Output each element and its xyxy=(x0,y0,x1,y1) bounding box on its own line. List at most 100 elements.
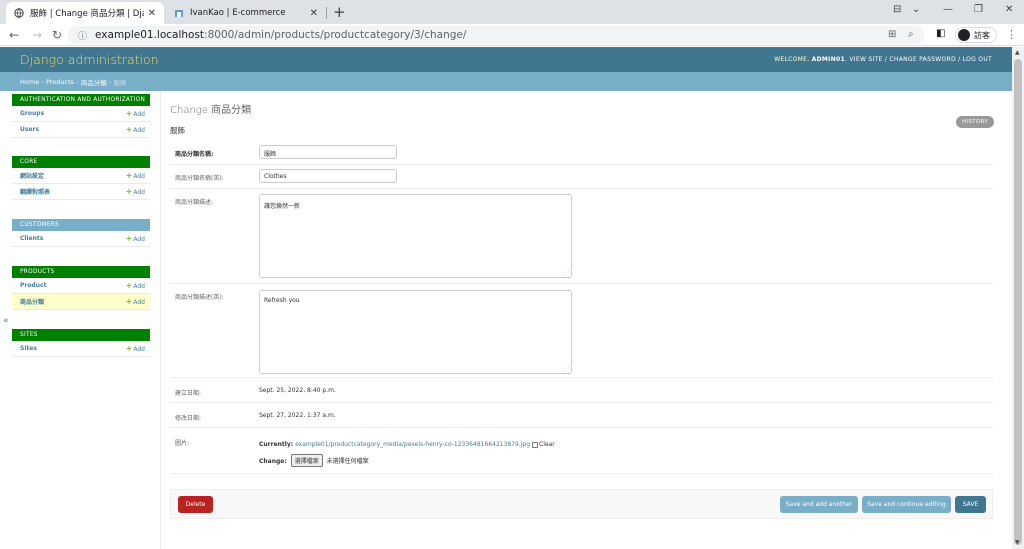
delete-button[interactable]: Delete xyxy=(178,496,213,513)
plus-icon: + xyxy=(125,281,133,290)
info-icon[interactable]: ⓘ xyxy=(78,29,87,42)
module-caption[interactable]: CUSTOMERS xyxy=(12,219,150,231)
current-image-link[interactable]: example01/productcategory_media/pexels-h… xyxy=(295,441,530,448)
profile-button[interactable]: 訪客 xyxy=(955,27,997,43)
tab-ecommerce[interactable]: IvanKao | E-commerce ✕ xyxy=(166,2,326,24)
save-and-add-another-button[interactable]: Save and add another xyxy=(780,496,858,513)
field-row-modified: 修改日期: Sept. 27, 2022, 1:37 a.m. xyxy=(170,403,993,428)
choose-file-button[interactable]: 選擇檔案 xyxy=(290,454,323,467)
sidebar-item-product: Product +Add xyxy=(12,278,150,294)
address-bar[interactable]: ⓘ example01.localhost:8000/admin/product… xyxy=(68,26,924,44)
name-field[interactable]: 服飾 xyxy=(259,145,397,159)
add-link[interactable]: +Add xyxy=(126,344,145,353)
object-name: 服飾 xyxy=(170,126,185,135)
plus-icon: + xyxy=(125,125,133,134)
model-link[interactable]: 商品分類 xyxy=(20,297,44,306)
field-row-name-en: 商品分類名稱(英): Clothes xyxy=(170,165,993,189)
scrollbar-thumb[interactable] xyxy=(1014,59,1022,545)
site-brand[interactable]: Django administration xyxy=(20,52,159,67)
resize-handle-icon[interactable]: ⋰ xyxy=(563,269,569,276)
module-caption[interactable]: PRODUCTS xyxy=(12,266,150,278)
add-link[interactable]: +Add xyxy=(126,234,145,243)
save-and-continue-button[interactable]: Save and continue editing xyxy=(862,496,951,513)
module-auth: AUTHENTICATION AND AUTHORIZATION Groups … xyxy=(12,94,150,138)
media-icon[interactable]: ⊟ xyxy=(893,4,901,15)
add-link[interactable]: +Add xyxy=(126,109,145,118)
tab-title: IvanKao | E-commerce xyxy=(190,8,286,18)
toggle-nav-sidebar-button[interactable]: « xyxy=(3,316,9,326)
close-tab-icon[interactable]: ✕ xyxy=(148,8,156,19)
scroll-up-icon[interactable]: ▲ xyxy=(1015,49,1020,56)
tab-search-chevron-icon[interactable]: ⌄ xyxy=(912,4,920,15)
change-label: Change: xyxy=(259,458,287,465)
breadcrumb-current: 服飾 xyxy=(113,78,127,87)
field-row-image: 圖片: Currently: example01/productcategory… xyxy=(170,428,993,474)
model-link[interactable]: 網站設定 xyxy=(20,171,44,180)
model-link[interactable]: Product xyxy=(20,282,46,289)
field-label: 修改日期: xyxy=(175,415,202,422)
browser-tab-strip: 服飾 | Change 商品分類 | Djang ✕ IvanKao | E-c… xyxy=(0,0,1024,24)
name-en-field[interactable]: Clothes xyxy=(259,169,397,183)
breadcrumb-home[interactable]: Home xyxy=(20,78,39,86)
scroll-down-icon[interactable]: ▼ xyxy=(1015,539,1020,546)
sidebar-item-sites: Sites +Add xyxy=(12,341,150,357)
module-caption[interactable]: CORE xyxy=(12,156,150,168)
model-link[interactable]: Groups xyxy=(20,110,44,117)
plus-icon: + xyxy=(125,171,133,180)
model-link[interactable]: 翻譯對照表 xyxy=(20,187,50,196)
change-password-link[interactable]: CHANGE PASSWORD xyxy=(889,56,956,63)
translate-icon[interactable]: ⊞ xyxy=(888,29,896,40)
model-link[interactable]: Clients xyxy=(20,235,43,242)
back-arrow-icon[interactable]: ← xyxy=(9,28,19,42)
field-label: 商品分類名稱: xyxy=(175,151,214,158)
sidebar-item-groups: Groups +Add xyxy=(12,106,150,122)
resize-handle-icon[interactable]: ⋰ xyxy=(563,365,569,372)
image-current: Currently: example01/productcategory_med… xyxy=(259,441,555,448)
side-panel-icon[interactable]: ◧ xyxy=(936,28,945,39)
globe-icon xyxy=(14,8,24,18)
close-window-button[interactable]: ✕ xyxy=(1005,4,1013,15)
view-site-link[interactable]: VIEW SITE xyxy=(849,56,882,63)
description-textarea[interactable]: 讓您煥然一新 ⋰ xyxy=(259,194,572,278)
created-value: Sept. 25, 2022, 8:40 p.m. xyxy=(259,387,336,394)
model-link[interactable]: Sites xyxy=(20,345,37,352)
field-label: 商品分類描述: xyxy=(175,199,214,206)
textarea-value: 讓您煥然一新 xyxy=(264,203,301,210)
model-link[interactable]: Users xyxy=(20,126,39,133)
add-link[interactable]: +Add xyxy=(126,187,145,196)
tab-admin-change[interactable]: 服飾 | Change 商品分類 | Djang ✕ xyxy=(6,2,164,24)
save-button[interactable]: SAVE xyxy=(955,496,986,513)
textarea-value: Refresh you xyxy=(264,297,300,304)
add-link[interactable]: +Add xyxy=(126,125,145,134)
reload-icon[interactable]: ↻ xyxy=(52,28,62,42)
tab-divider xyxy=(326,7,327,19)
minimize-window-button[interactable]: — xyxy=(943,4,953,15)
browser-toolbar: ← → ↻ ⓘ example01.localhost:8000/admin/p… xyxy=(0,24,1024,46)
description-en-textarea[interactable]: Refresh you ⋰ xyxy=(259,290,572,374)
clear-label: Clear xyxy=(539,441,555,448)
more-menu-icon[interactable]: ⋮ xyxy=(1006,28,1017,41)
username: ADMIN01 xyxy=(811,56,845,63)
tab-title: 服飾 | Change 商品分類 | Djang xyxy=(30,9,144,19)
clear-checkbox[interactable] xyxy=(532,441,538,448)
modified-value: Sept. 27, 2022, 1:37 a.m. xyxy=(259,412,336,419)
log-out-link[interactable]: LOG OUT xyxy=(963,56,992,63)
field-row-name: 商品分類名稱: 服飾 xyxy=(170,141,993,165)
add-link[interactable]: +Add xyxy=(126,297,145,306)
module-caption[interactable]: AUTHENTICATION AND AUTHORIZATION xyxy=(12,94,150,106)
add-link[interactable]: +Add xyxy=(126,171,145,180)
breadcrumb-model[interactable]: 商品分類 xyxy=(81,77,107,87)
add-link[interactable]: +Add xyxy=(126,281,145,290)
restore-window-button[interactable]: ❐ xyxy=(974,4,983,15)
page-scrollbar[interactable]: ▲ ▼ xyxy=(1012,47,1024,549)
module-caption[interactable]: SITES xyxy=(12,329,150,341)
field-label: 圖片: xyxy=(175,440,190,447)
forward-arrow-icon[interactable]: → xyxy=(32,28,42,42)
new-tab-button[interactable]: + xyxy=(333,3,346,21)
module-products: PRODUCTS Product +Add 商品分類 +Add xyxy=(12,266,150,310)
breadcrumb-app[interactable]: Products xyxy=(46,78,74,86)
close-tab-icon[interactable]: ✕ xyxy=(310,8,318,19)
zoom-icon[interactable]: ⌕ xyxy=(908,29,914,40)
history-button[interactable]: HISTORY xyxy=(956,116,994,128)
url-host: example01.localhost xyxy=(95,29,205,41)
